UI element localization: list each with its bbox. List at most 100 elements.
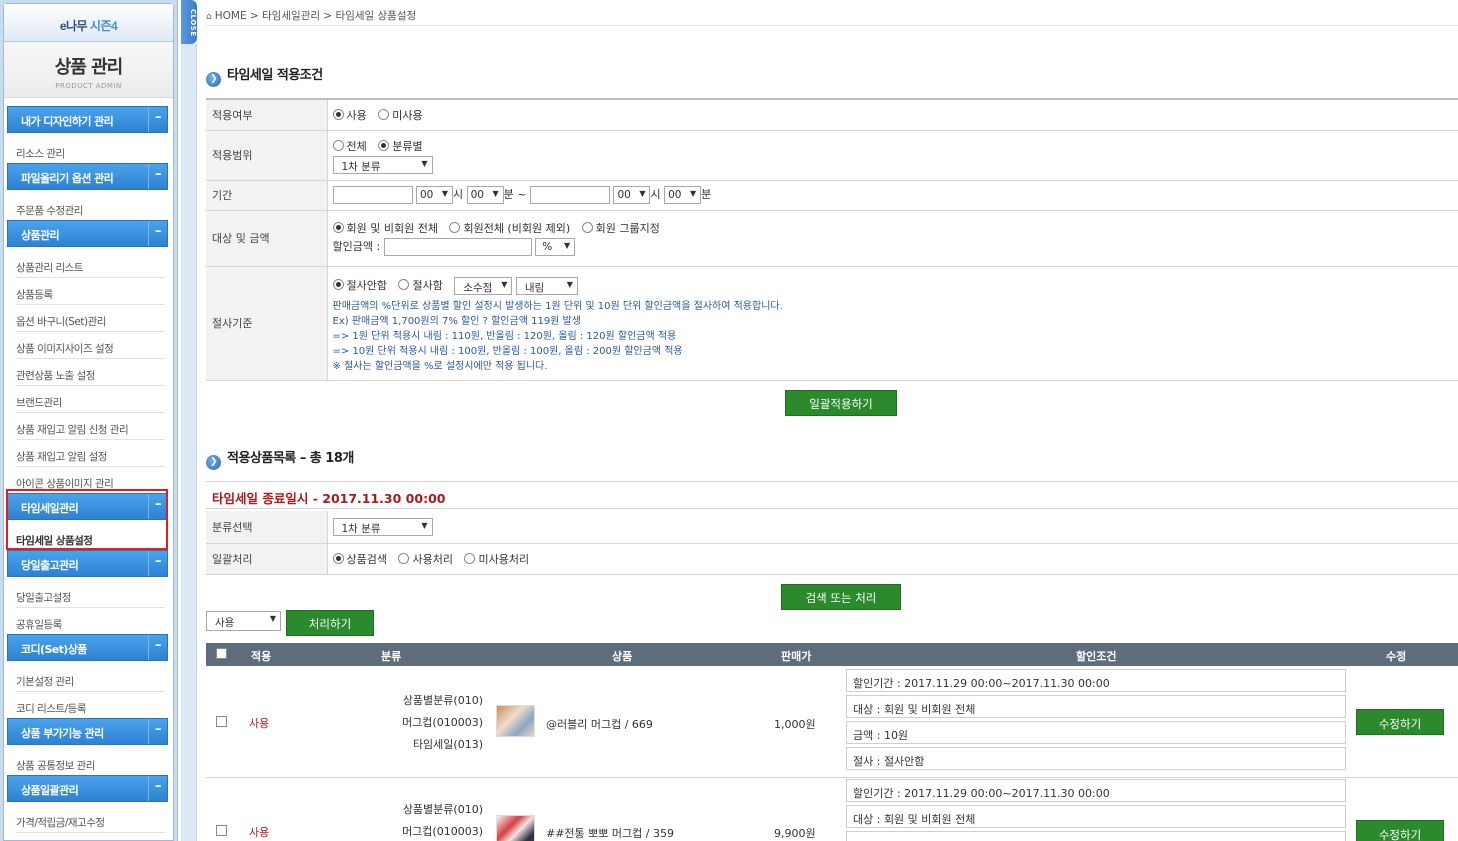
row-condition-amount <box>846 831 1346 841</box>
menu-item-restock-request[interactable]: 상품 재입고 알림 신청 관리 <box>16 413 165 440</box>
select-value: 00 <box>470 189 484 201</box>
bulk-unuse-radio[interactable] <box>464 552 476 564</box>
dropdown-arrow-icon: ▼ <box>689 189 697 198</box>
breadcrumb-level1[interactable]: 타임세일관리 <box>262 10 320 22</box>
cut-note-3: => 1원 단위 적용시 내림 : 110원, 반올림 : 120원, 올림 :… <box>332 330 677 342</box>
cut-yes-radio[interactable] <box>398 278 410 290</box>
bulk-use-label: 사용처리 <box>412 552 453 566</box>
menu-group-design[interactable]: 내가 디자인하기 관리 – <box>7 106 168 133</box>
range-category-radio[interactable] <box>378 140 390 151</box>
menu-item-sameday-setting[interactable]: 당일출고설정 <box>16 581 165 608</box>
menu-group-sameday[interactable]: 당일출고관리 – <box>7 550 168 577</box>
menu-item-product-register[interactable]: 상품등록 <box>16 278 165 305</box>
hour-unit: 시 <box>453 188 464 201</box>
edit-button[interactable]: 수정하기 <box>1356 820 1444 841</box>
select-all-checkbox[interactable] <box>216 648 227 659</box>
products-category-select[interactable]: 1차 분류 ▼ <box>332 517 433 536</box>
menu-group-product[interactable]: 상품관리 – <box>7 220 168 247</box>
action-select[interactable]: 사용 ▼ <box>206 611 281 631</box>
period-end-min-select[interactable]: 00 ▼ <box>664 186 702 204</box>
menu-item-image-size[interactable]: 상품 이미지사이즈 설정 <box>16 332 165 359</box>
menu-item-brand[interactable]: 브랜드관리 <box>16 386 165 413</box>
select-value: 00 <box>668 189 682 201</box>
product-thumbnail[interactable] <box>496 815 535 841</box>
row-price: 9,900원 <box>774 827 816 840</box>
period-start-hour-select[interactable]: 00 ▼ <box>416 186 453 204</box>
col-category: 분류 <box>381 650 402 663</box>
row-checkbox[interactable] <box>216 716 227 727</box>
target-group-radio[interactable] <box>581 222 593 233</box>
select-value: 사용 <box>215 617 235 629</box>
menu-item-related-product[interactable]: 관련상품 노출 설정 <box>16 359 165 386</box>
menu-group-codi[interactable]: 코디(Set)상품 – <box>7 634 168 661</box>
menu-item-restock-setting[interactable]: 상품 재입고 알림 설정 <box>16 440 165 467</box>
product-thumbnail[interactable] <box>496 705 535 737</box>
cut-no-radio[interactable] <box>332 278 344 290</box>
dropdown-arrow-icon: ▼ <box>492 189 499 198</box>
discount-amount-input[interactable] <box>383 238 532 256</box>
apply-use-radio[interactable] <box>332 108 344 120</box>
bulk-search-radio[interactable] <box>332 552 344 564</box>
select-value: 00 <box>420 189 434 201</box>
products-filter-form: 분류선택 1차 분류 ▼ 일괄처리 상품검색 사용처리 미사용처리 <box>206 511 1458 575</box>
menu-group-extra[interactable]: 상품 부가기능 관리 – <box>7 718 168 745</box>
breadcrumb-separator: > <box>323 10 333 22</box>
cut-point-select[interactable]: 소수점 ▼ <box>454 276 513 295</box>
cut-direction-select[interactable]: 내림 ▼ <box>515 276 578 295</box>
range-all-radio[interactable] <box>332 140 344 151</box>
sidebar: e나무 시즌4 상품 관리 PRODUCT ADMIN 내가 디자인하기 관리 –… <box>0 0 178 841</box>
products-title-text: 적용상품목록 – 총 18개 <box>227 451 354 466</box>
bulk-apply-button[interactable]: 일괄적용하기 <box>785 390 897 416</box>
search-process-button[interactable]: 검색 또는 처리 <box>781 584 901 610</box>
collapse-icon[interactable]: – <box>148 107 167 132</box>
period-start-min-select[interactable]: 00 ▼ <box>466 186 504 204</box>
row-product-name[interactable]: @러블리 머그컵 / 669 <box>546 716 653 732</box>
menu-item-resource[interactable]: 리소스 관리 <box>16 137 165 164</box>
process-button[interactable]: 처리하기 <box>286 610 374 636</box>
row-condition-cut: 절사 : 절사안함 <box>846 747 1346 770</box>
collapse-icon[interactable]: – <box>148 221 167 246</box>
bulk-use-radio[interactable] <box>398 552 410 564</box>
collapse-icon[interactable]: – <box>148 635 167 660</box>
select-value: 1차 분류 <box>341 161 381 173</box>
menu-item-holiday[interactable]: 공휴일등록 <box>16 608 165 635</box>
target-all-radio[interactable] <box>332 222 344 233</box>
discount-unit-select[interactable]: % ▼ <box>535 238 576 256</box>
menu-item-product-list[interactable]: 상품관리 리스트 <box>16 251 165 278</box>
row-checkbox[interactable] <box>216 825 227 836</box>
timesale-end-time: 타임세일 종료일시 - 2017.11.30 00:00 <box>206 481 1458 509</box>
period-start-date-input[interactable] <box>332 186 413 204</box>
cut-no-label: 절사안함 <box>346 278 387 292</box>
period-tilde: ~ <box>517 188 527 201</box>
breadcrumb-level2: 타임세일 상품설정 <box>335 10 417 22</box>
collapse-icon[interactable]: – <box>148 719 167 744</box>
conditions-form: 적용여부 사용 미사용 적용범위 전체 분류별 1차 분류 ▼ 기간 00 ▼ 시 0… <box>206 98 1458 381</box>
dropdown-arrow-icon: ▼ <box>566 279 573 289</box>
range-category-select[interactable]: 1차 분류 ▼ <box>332 156 433 174</box>
menu-item-common-info[interactable]: 상품 공통정보 관리 <box>16 749 165 776</box>
collapse-icon[interactable]: – <box>148 164 167 189</box>
menu-item-basic-setting[interactable]: 기본설정 관리 <box>16 665 165 692</box>
breadcrumb-separator: > <box>249 10 259 22</box>
dropdown-arrow-icon: ▼ <box>421 159 428 168</box>
menu-item-codi-list[interactable]: 코디 리스트/등록 <box>16 692 165 719</box>
target-member-radio[interactable] <box>449 222 461 233</box>
sidebar-close-tab[interactable]: CLOSE <box>181 0 197 44</box>
collapse-icon[interactable]: – <box>148 551 167 576</box>
row-product-name[interactable]: ##전통 뽀뽀 머그컵 / 359 <box>546 825 674 841</box>
menu-group-file-upload[interactable]: 파일올리기 옵션 관리 – <box>7 163 168 190</box>
edit-button[interactable]: 수정하기 <box>1356 709 1444 735</box>
period-end-date-input[interactable] <box>529 186 610 204</box>
admin-title: 상품 관리 <box>54 57 124 78</box>
menu-group-bulk[interactable]: 상품일괄관리 – <box>7 775 168 802</box>
col-price: 판매가 <box>781 650 812 663</box>
menu-item-order-edit[interactable]: 주문품 수정관리 <box>16 194 165 221</box>
period-end-hour-select[interactable]: 00 ▼ <box>613 186 651 204</box>
collapse-icon[interactable]: – <box>148 776 167 801</box>
menu-item-option-set[interactable]: 옵션 바구니(Set)관리 <box>16 305 165 332</box>
menu-item-price-stock[interactable]: 가격/적립금/재고수정 <box>16 806 165 833</box>
apply-unuse-radio[interactable] <box>378 108 390 120</box>
menu-group-label: 상품 부가기능 관리 <box>21 727 104 740</box>
brand-logo: e나무 시즌4 <box>4 4 173 42</box>
breadcrumb-home[interactable]: HOME <box>215 10 247 22</box>
